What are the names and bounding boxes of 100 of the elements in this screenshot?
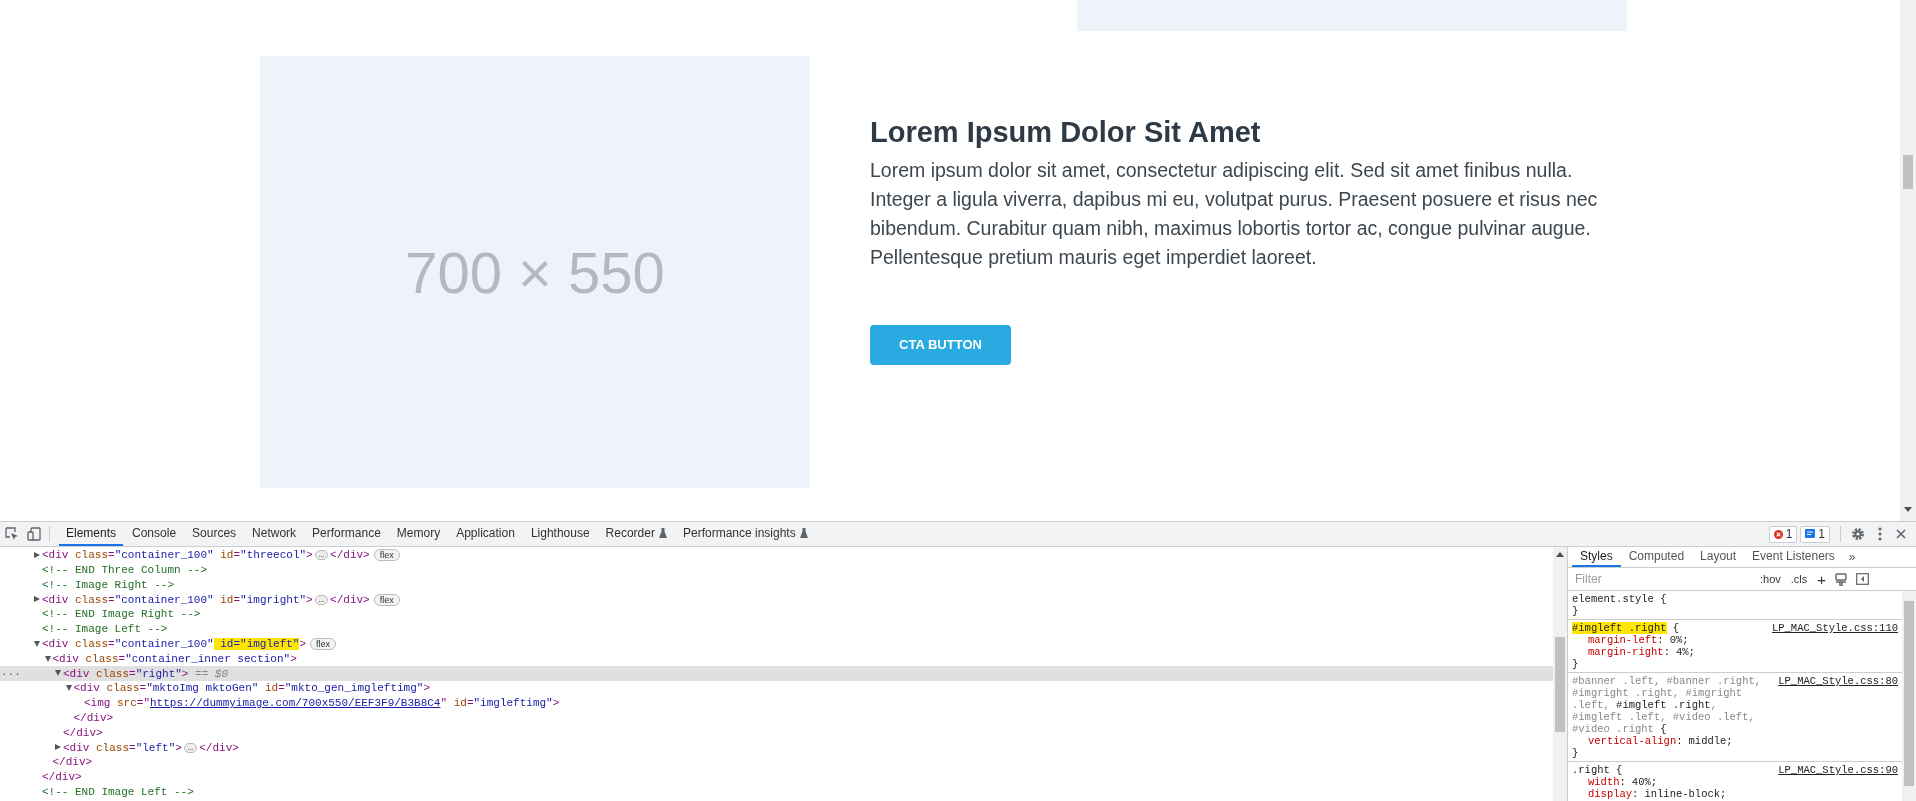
dom-node-line: <div class="left"> — [63, 740, 182, 756]
dom-row[interactable]: </div> — [0, 769, 1553, 785]
dom-node-line: <div class="container_100" id="imgleft"> — [42, 636, 307, 652]
device-icon[interactable] — [27, 527, 41, 541]
css-selector: #imgleft .right { — [1572, 622, 1681, 634]
dom-row[interactable]: </div> — [0, 710, 1553, 726]
scrollbar-thumb[interactable] — [1903, 155, 1913, 189]
dom-row[interactable]: </div> — [0, 755, 1553, 770]
dom-node-line: <div class="right"> == $0 — [63, 666, 229, 682]
scroll-down-icon[interactable] — [1904, 507, 1912, 513]
heading: Lorem Ipsum Dolor Sit Amet — [870, 115, 1262, 150]
collapse-triangle-icon[interactable] — [34, 640, 40, 647]
new-rule-button[interactable]: + — [1817, 571, 1827, 587]
devtools-tab[interactable]: Application — [449, 522, 522, 546]
devtools-tab[interactable]: Memory — [389, 522, 448, 546]
flex-badge[interactable]: flex — [310, 638, 337, 651]
closing-brace: } — [1572, 747, 1580, 759]
dom-row[interactable]: <div class="mktoImg mktoGen" id="mkto_gen_imgleftimg"> — [0, 681, 1553, 696]
dom-node-line: </div> — [330, 592, 370, 608]
image-label: 700 × 550 — [405, 238, 665, 307]
dom-row[interactable]: <!-- Image Right --> — [0, 577, 1553, 593]
css-declaration: display: inline-block; — [1587, 788, 1728, 800]
more-options-icon[interactable] — [1878, 527, 1882, 541]
paint-icon[interactable] — [1835, 572, 1848, 586]
dom-node-line: <!-- Image Right --> — [42, 577, 175, 593]
elements-scrollbar[interactable] — [1553, 547, 1568, 801]
row-gutter-dots[interactable]: ··· — [1, 665, 21, 682]
devtools-tab[interactable]: Sources — [185, 522, 244, 546]
dom-node-line: <div class="container_100" id="imgright"> — [42, 592, 313, 608]
devtools-tab[interactable]: Recorder — [598, 522, 674, 546]
sidebar-tab[interactable]: Styles — [1572, 547, 1621, 567]
dom-row[interactable]: <div class="left"> … </div> — [0, 740, 1553, 756]
error-count-badge[interactable]: 1 — [1768, 525, 1798, 543]
source-link[interactable]: LP_MAC_Style.css:110 — [1771, 622, 1898, 634]
sidebar-toggle-icon[interactable] — [1856, 573, 1870, 585]
source-link[interactable]: LP_MAC_Style.css:90 — [1778, 764, 1898, 776]
close-icon[interactable] — [1896, 529, 1906, 539]
dom-row[interactable]: <!-- Image Left --> — [0, 622, 1553, 637]
expand-triangle-icon[interactable] — [55, 744, 61, 751]
flex-badge[interactable]: flex — [373, 593, 400, 606]
closing-brace: } — [1572, 658, 1580, 670]
inspect-icon[interactable] — [5, 527, 19, 541]
collapse-triangle-icon[interactable] — [55, 670, 61, 677]
dom-node-line: </div> — [199, 740, 239, 756]
dom-row[interactable]: </div> — [0, 725, 1553, 741]
message-icon — [1805, 529, 1816, 539]
dom-row[interactable]: <div class="container_100" id="threecol"> … </div> flex — [0, 548, 1553, 563]
dom-node-line: <!-- END Three Column --> — [42, 562, 208, 578]
devtools-tab[interactable]: Network — [245, 522, 304, 546]
dom-node-line: <div class="mktoImg mktoGen" id="mkto_gen_imgleftimg"> — [73, 681, 430, 697]
hover-state-toggle[interactable]: :hov — [1760, 570, 1781, 588]
ellipsis-button[interactable]: … — [183, 742, 198, 753]
dom-node-line: </div> — [330, 548, 370, 564]
page-scrollbar[interactable] — [1900, 0, 1916, 521]
sidebar-tab[interactable]: Layout — [1692, 547, 1745, 567]
closing-brace: } — [1572, 605, 1580, 617]
dom-row[interactable]: ··· <div class="right"> == $0 — [0, 666, 1553, 682]
css-declaration: margin-left: 0%; — [1587, 634, 1690, 646]
settings-icon[interactable] — [1851, 527, 1865, 541]
devtools-tab[interactable]: Lighthouse — [523, 522, 597, 546]
class-toggle[interactable]: .cls — [1790, 570, 1808, 588]
css-selector: element.style { — [1572, 593, 1668, 605]
css-declaration: margin-right: 4%; — [1587, 646, 1696, 658]
dom-row[interactable]: <div class="container_100" id="imgleft"> flex — [0, 636, 1553, 652]
dom-row[interactable]: <!-- END Image Left --> — [0, 784, 1553, 800]
scrollbar-thumb[interactable] — [1555, 637, 1565, 732]
expand-triangle-icon[interactable] — [34, 552, 40, 558]
collapse-triangle-icon[interactable] — [44, 655, 51, 662]
css-declaration: vertical-align: middle; — [1587, 735, 1734, 747]
dom-node-line: <!-- END Image Right --> — [42, 607, 201, 623]
flex-badge[interactable]: flex — [373, 549, 400, 562]
dom-row[interactable]: <div class="container_inner section"> — [0, 651, 1553, 667]
source-link[interactable]: LP_MAC_Style.css:80 — [1778, 675, 1898, 687]
paragraph: Lorem ipsum dolor sit amet, consectetur adipiscing elit. Sed sit amet finibus nulla. Integer a ligula viverra, dapibus mi eu, volutpat purus. Praesent posuere et risus nec bibendum. Curabitur quam nibh, maximus lobortis tortor ac, congue pulvinar augue. Pellentesque pretium mauris eget imperdiet laoreet. — [870, 158, 1599, 270]
dom-node-line: </div> — [42, 770, 82, 786]
devtools-tab[interactable]: Performance insights — [675, 522, 815, 546]
devtools-tab[interactable]: Performance — [305, 522, 388, 546]
ellipsis-button[interactable]: … — [314, 550, 329, 561]
expand-triangle-icon[interactable] — [34, 596, 40, 603]
ellipsis-button[interactable]: … — [314, 594, 329, 605]
dom-row[interactable]: <!-- END Image Right --> — [0, 607, 1553, 622]
dom-row[interactable]: <div class="container_100" id="imgright"> … </div> flex — [0, 592, 1553, 608]
scroll-up-icon[interactable] — [1556, 552, 1564, 557]
url-link[interactable]: https://dummyimage.com/700x550/EEF3F9/B3B8C4 — [150, 697, 441, 710]
css-declaration: width: 40%; — [1587, 776, 1659, 788]
styles-scrollbar[interactable] — [1902, 591, 1916, 801]
dom-node-line: </div> — [73, 710, 114, 726]
dom-node-line: <div class="container_inner section"> — [52, 651, 297, 667]
dom-row[interactable]: <!-- END Three Column --> — [0, 562, 1553, 578]
devtools-tab[interactable]: Elements — [59, 522, 124, 546]
more-tabs-button[interactable]: » — [1842, 547, 1862, 567]
dom-node-line: </div> — [63, 725, 103, 741]
devtools-tab[interactable]: Console — [125, 522, 184, 546]
scrollbar-thumb[interactable] — [1904, 601, 1914, 786]
message-count-badge[interactable]: 1 — [1800, 525, 1830, 543]
dom-node-line: <!-- Image Left --> — [42, 622, 168, 638]
sidebar-tab[interactable]: Event Listeners — [1744, 547, 1843, 567]
collapse-triangle-icon[interactable] — [65, 685, 72, 692]
dom-row[interactable]: <img src="https://dummyimage.com/700x550/EEF3F9/B3B8C4" id="imgleftimg"> — [0, 695, 1553, 711]
sidebar-tab[interactable]: Computed — [1620, 547, 1693, 567]
